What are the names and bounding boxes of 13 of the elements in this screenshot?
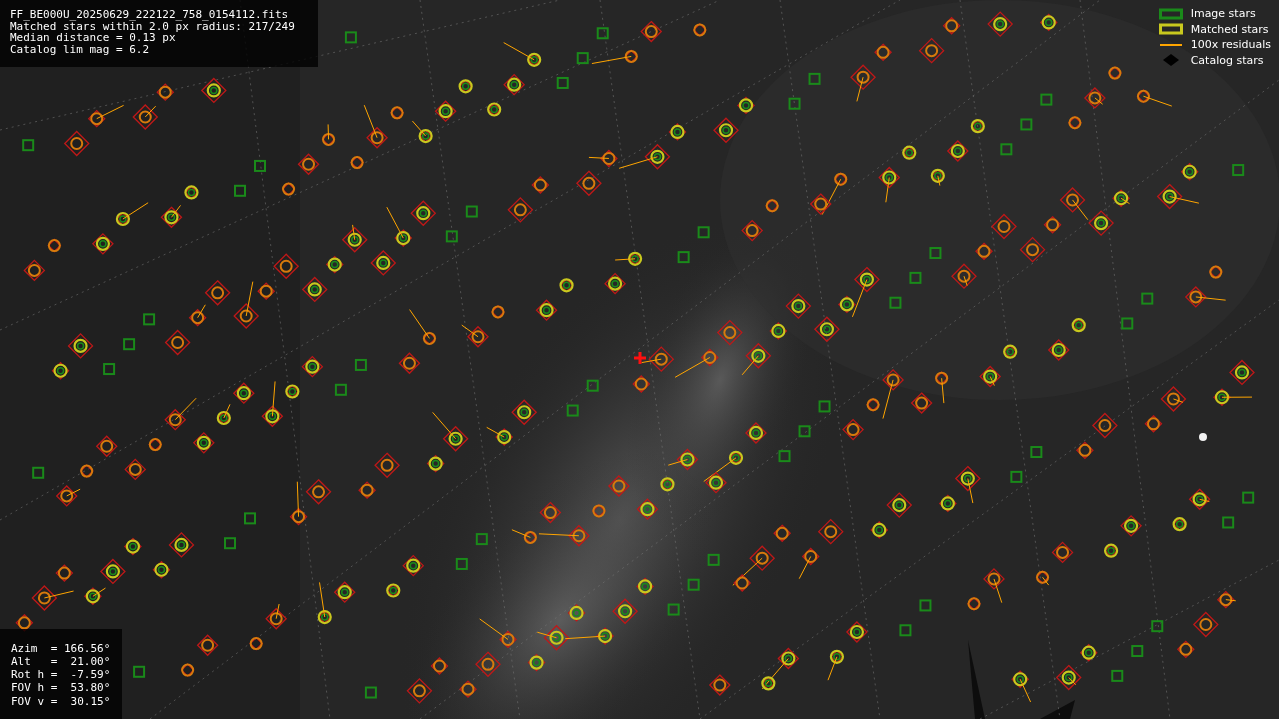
info-text: Catalog lim mag = 6.2 <box>10 43 151 56</box>
info-text: Azim = 166.56° <box>11 643 111 655</box>
info-text: Median distance = 0.13 px <box>10 32 176 44</box>
legend-label: Matched stars <box>1190 22 1269 36</box>
legend-label: 100x residuals <box>1190 38 1271 52</box>
legend-label: Catalog stars <box>1190 53 1264 67</box>
info-text: Matched stars within 2.0 px radius: 217/249 <box>10 20 296 33</box>
info-text: Rot h = -7.59° <box>11 669 111 681</box>
info-text: FOV v = 30.15° <box>11 695 111 708</box>
legend-label: Image stars <box>1190 7 1256 21</box>
info-text: FOV h = 53.80° <box>11 682 111 694</box>
info-text: FF_BE000U_20250629_222122_758_0154112.fits <box>10 9 290 21</box>
info-text: Alt = 21.00° <box>11 656 111 668</box>
